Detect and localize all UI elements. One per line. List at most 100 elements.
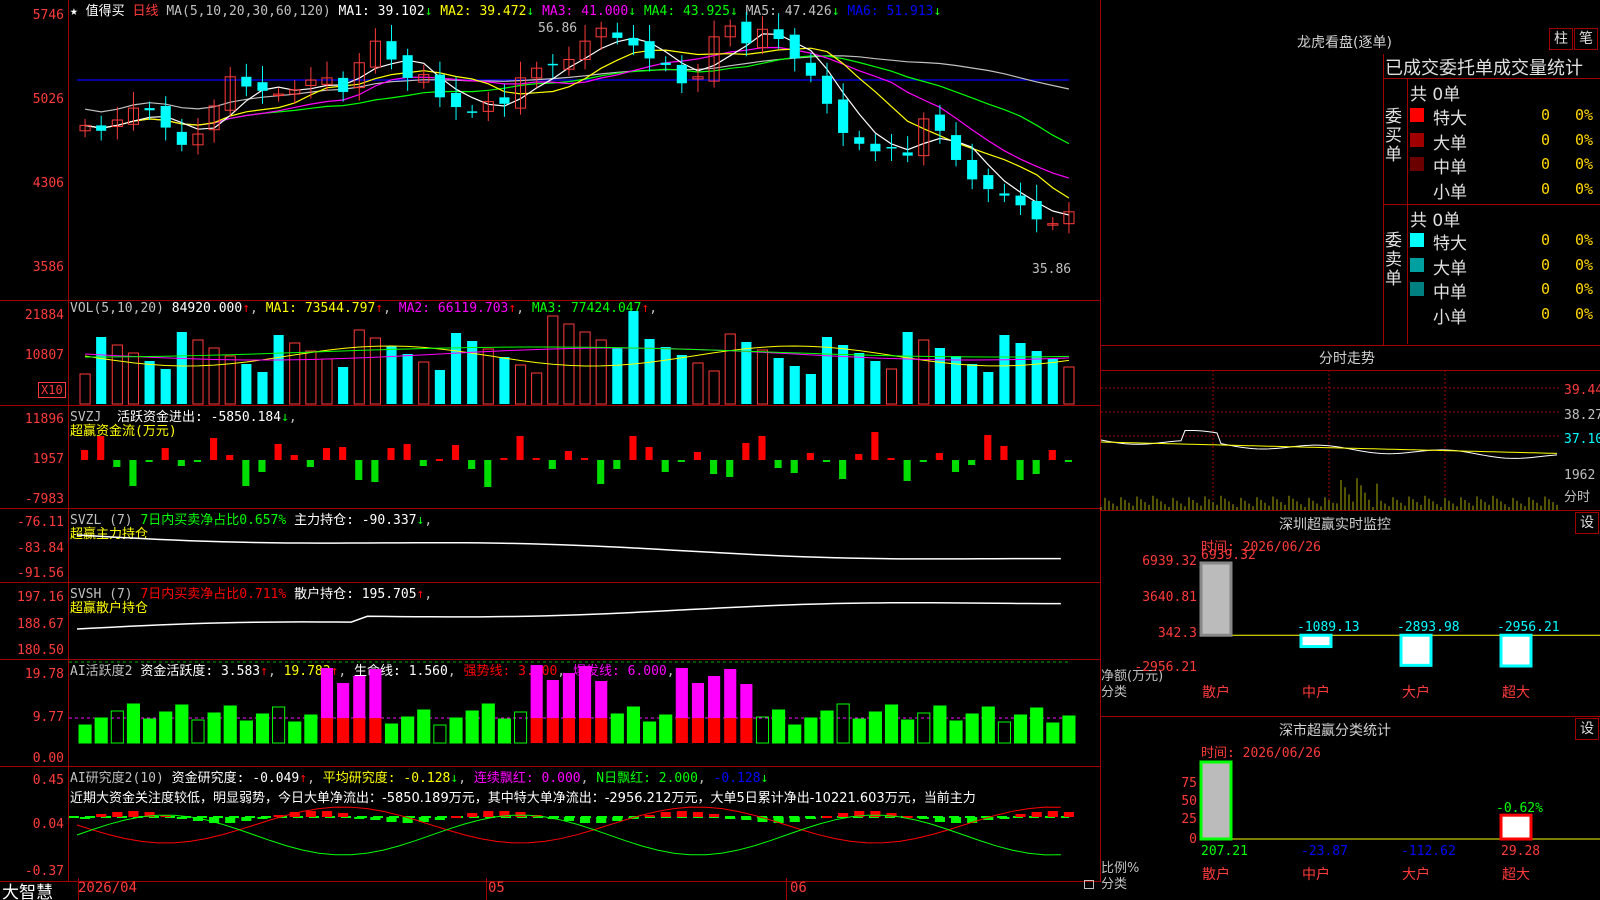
- research-bar: [434, 817, 445, 820]
- activity-bar: [175, 704, 189, 744]
- pen-mode-button[interactable]: 笔: [1574, 28, 1598, 50]
- stats-tab[interactable]: 已成交委托单成交量统计: [1385, 54, 1583, 80]
- buy-row-count: 0: [1541, 155, 1551, 173]
- date-axis-label: 06: [790, 880, 807, 896]
- research-bar: [563, 817, 574, 821]
- svsh-axis-label: 180.50: [17, 643, 64, 658]
- activity-bar: [804, 717, 818, 744]
- volume-bar: [531, 372, 543, 405]
- candle-body: [547, 63, 558, 66]
- ai-active-chart: [69, 661, 1076, 744]
- activity-bar: [981, 706, 995, 744]
- volume-bar: [338, 367, 349, 404]
- activity-bar-high: [691, 683, 705, 718]
- fund-flow-bar: [919, 460, 927, 462]
- activity-bar: [481, 703, 495, 744]
- ai-research-axis-label: 0.45: [32, 773, 64, 788]
- activity-bar-high: [369, 669, 382, 718]
- activity-bar-high: [675, 668, 688, 718]
- price-axis-label: 3586: [32, 260, 64, 275]
- activity-bar: [159, 711, 173, 744]
- volume-bar: [514, 364, 527, 405]
- ratio-value: 29.28: [1501, 844, 1540, 859]
- fund-flow-bar: [290, 455, 298, 460]
- fund-flow-bar: [500, 458, 508, 460]
- sell-side-label: 委卖单: [1385, 231, 1402, 289]
- net-amount-bar: [1299, 633, 1333, 649]
- date-axis-label: 2026/04: [78, 880, 138, 896]
- sell-row-count: 0: [1541, 231, 1551, 249]
- ma5-line: [85, 55, 1070, 113]
- volume-bar: [773, 358, 784, 404]
- volume-bar: [692, 362, 704, 405]
- fund-flow-bar: [1032, 460, 1040, 474]
- buy-row-label: 特大: [1433, 109, 1467, 129]
- activity-bar: [884, 704, 899, 744]
- ratio-pct-label: -0.62%: [1496, 801, 1543, 816]
- sell-total: 共 0单: [1410, 211, 1461, 231]
- sz-category-chart: 75 50 25 0 207.21 散户 -23.87 中户 -112.62 大户 29.28 超大 -…: [1181, 760, 1600, 883]
- candlestick-chart[interactable]: [69, 0, 1099, 300]
- category-label: 中户: [1302, 866, 1330, 883]
- activity-bar: [433, 724, 447, 744]
- activity-bar: [94, 717, 108, 744]
- vol-axis-label: 21884: [24, 308, 64, 323]
- svzj-chart: [81, 432, 1072, 487]
- research-bar: [257, 817, 268, 819]
- research-bar: [370, 817, 381, 820]
- candle-body: [999, 193, 1010, 196]
- bar-mode-button[interactable]: 柱: [1549, 28, 1573, 50]
- volume-bar: [144, 361, 155, 404]
- activity-bar-base: [562, 718, 575, 743]
- category-label: 大户: [1402, 866, 1430, 883]
- fund-flow-bar: [839, 460, 847, 479]
- activity-bar: [304, 714, 318, 744]
- fund-flow-bar: [1000, 446, 1008, 460]
- avg-research-arrow: ↓: [450, 771, 459, 786]
- research-bar: [612, 817, 623, 821]
- activity-bar: [143, 718, 157, 744]
- candle-body: [773, 29, 784, 39]
- volume-bar: [499, 357, 510, 404]
- price-axis-label: 5746: [32, 8, 64, 23]
- ma2-line: [85, 47, 1070, 199]
- activity-bar-base: [546, 718, 559, 743]
- ai-research-title: AI研究度2(10): [70, 771, 164, 786]
- fund-flow-bar: [968, 460, 976, 465]
- research-label: 资金研究度:: [171, 771, 245, 786]
- research-value: -0.049: [252, 771, 300, 786]
- ratio-bar: [1499, 813, 1533, 841]
- sell-row-label: 中单: [1433, 283, 1467, 303]
- activity-bar: [513, 711, 528, 744]
- lock-icon[interactable]: [1084, 880, 1094, 889]
- fund-flow-bar: [484, 460, 492, 487]
- research-bar: [1015, 814, 1026, 817]
- activity-bar: [933, 705, 947, 744]
- buy-total: 共 0单: [1410, 85, 1461, 105]
- research-bar: [838, 813, 849, 817]
- candle-body: [902, 152, 913, 156]
- svsh-axis-label: 197.16: [17, 590, 64, 605]
- candle-body: [854, 137, 865, 144]
- research-bar: [692, 812, 704, 817]
- vol-unit-badge[interactable]: X10: [38, 382, 66, 398]
- buy-row-count: 0: [1541, 179, 1551, 198]
- ma4-line: [85, 55, 1070, 145]
- intraday-title: 分时走势: [1319, 351, 1375, 367]
- research-bar: [676, 811, 687, 817]
- category-axis-label: 75: [1181, 776, 1197, 791]
- volume-bar: [192, 339, 204, 405]
- fund-flow-bar: [468, 460, 476, 469]
- volume-bar: [628, 311, 639, 404]
- candle-body: [450, 93, 462, 108]
- avg-research-label: 平均研究度:: [322, 771, 396, 786]
- candle-body: [612, 32, 623, 38]
- volume-bar: [1015, 343, 1026, 404]
- fund-flow-bar: [97, 436, 105, 460]
- research-bar: [176, 817, 187, 819]
- svsh-axis-label: 188.67: [17, 617, 64, 632]
- sell-row-pct: 0%: [1575, 304, 1594, 323]
- intraday-panel[interactable]: 分时走势 39.44 38.27 37.10 1962 分时: [1100, 346, 1600, 510]
- buy-row-count: 0: [1541, 106, 1551, 124]
- activity-bar: [755, 716, 770, 744]
